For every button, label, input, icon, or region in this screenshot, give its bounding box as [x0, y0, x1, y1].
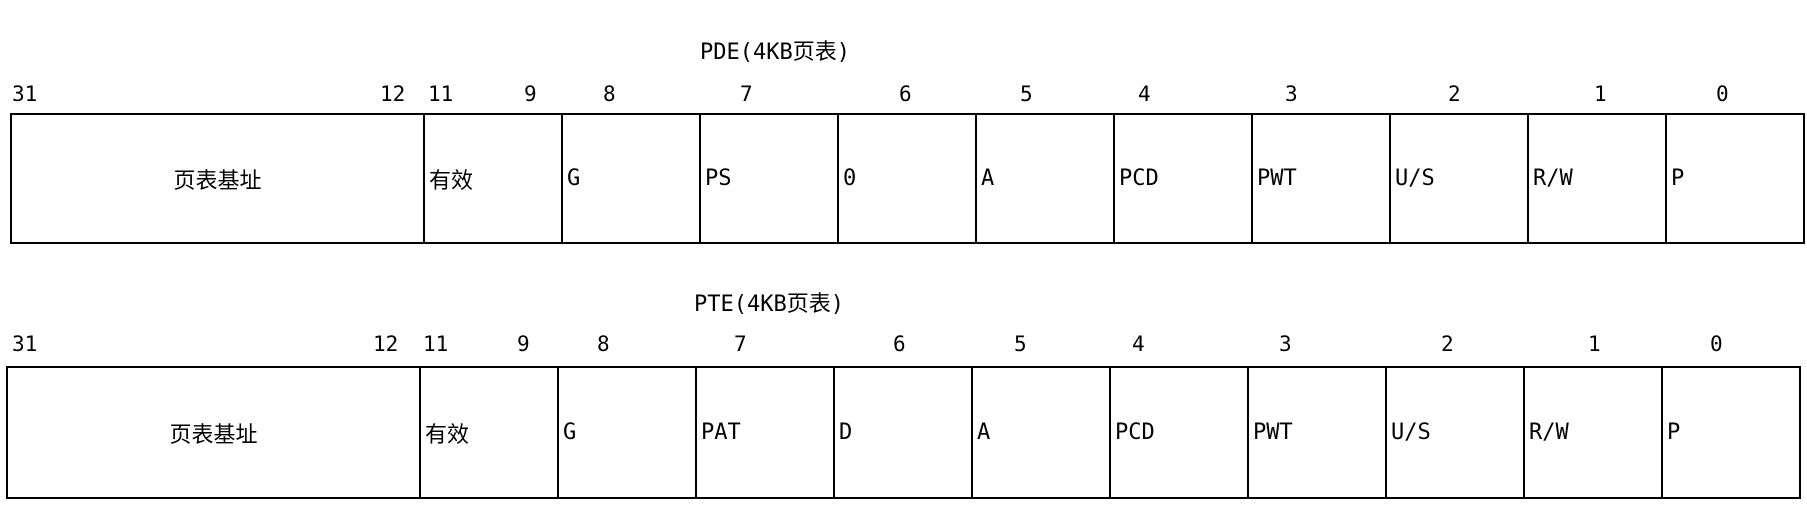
pde-field-rw: R/W	[1529, 115, 1667, 242]
pde-bit-5: 5	[1020, 82, 1033, 106]
pte-bit-1: 1	[1588, 332, 1601, 356]
pte-field-a: A	[973, 368, 1111, 497]
pte-bit-9: 9	[517, 332, 530, 356]
pte-bit-2: 2	[1441, 332, 1454, 356]
pte-field-rw: R/W	[1525, 368, 1663, 497]
pte-bit-3: 3	[1279, 332, 1292, 356]
pde-field-us: U/S	[1391, 115, 1529, 242]
pte-field-available: 有效	[421, 368, 559, 497]
pte-field-p: P	[1663, 368, 1801, 497]
pte-bit-0: 0	[1710, 332, 1723, 356]
pte-field-row: 页表基址 有效 G PAT D A PCD PWT U/S R/W P	[6, 366, 1801, 499]
pte-bit-4: 4	[1132, 332, 1145, 356]
pde-field-a: A	[977, 115, 1115, 242]
pde-bit-4: 4	[1138, 82, 1151, 106]
pde-field-g: G	[563, 115, 701, 242]
pde-bit-2: 2	[1448, 82, 1461, 106]
pte-field-pat: PAT	[697, 368, 835, 497]
pde-field-available: 有效	[425, 115, 563, 242]
pte-field-pcd: PCD	[1111, 368, 1249, 497]
pde-bit-3: 3	[1285, 82, 1298, 106]
pde-bit-7: 7	[740, 82, 753, 106]
pte-field-pwt: PWT	[1249, 368, 1387, 497]
pte-field-g: G	[559, 368, 697, 497]
pde-field-ps: PS	[701, 115, 839, 242]
pte-field-us: U/S	[1387, 368, 1525, 497]
pte-title: PTE(4KB页表)	[694, 292, 844, 317]
pde-title: PDE(4KB页表)	[700, 40, 850, 65]
pte-bit-11: 11	[423, 332, 449, 356]
pde-bit-12: 12	[380, 82, 406, 106]
pde-field-pwt: PWT	[1253, 115, 1391, 242]
pte-bit-7: 7	[734, 332, 747, 356]
pde-bit-6: 6	[899, 82, 912, 106]
pde-bit-0: 0	[1716, 82, 1729, 106]
pde-bit-8: 8	[603, 82, 616, 106]
pde-field-row: 页表基址 有效 G PS 0 A PCD PWT U/S R/W P	[10, 113, 1805, 244]
pte-field-page-table-base: 页表基址	[8, 368, 421, 497]
pte-bit-31: 31	[12, 332, 38, 356]
pde-field-zero: 0	[839, 115, 977, 242]
pde-field-p: P	[1667, 115, 1805, 242]
pde-field-pcd: PCD	[1115, 115, 1253, 242]
pte-bit-6: 6	[893, 332, 906, 356]
pde-bit-31: 31	[12, 82, 38, 106]
pde-bit-11: 11	[428, 82, 454, 106]
pte-bit-12: 12	[373, 332, 399, 356]
pte-bit-8: 8	[597, 332, 610, 356]
pde-bit-1: 1	[1594, 82, 1607, 106]
pte-bit-5: 5	[1014, 332, 1027, 356]
pde-bit-9: 9	[524, 82, 537, 106]
pde-field-page-table-base: 页表基址	[12, 115, 425, 242]
pte-field-d: D	[835, 368, 973, 497]
